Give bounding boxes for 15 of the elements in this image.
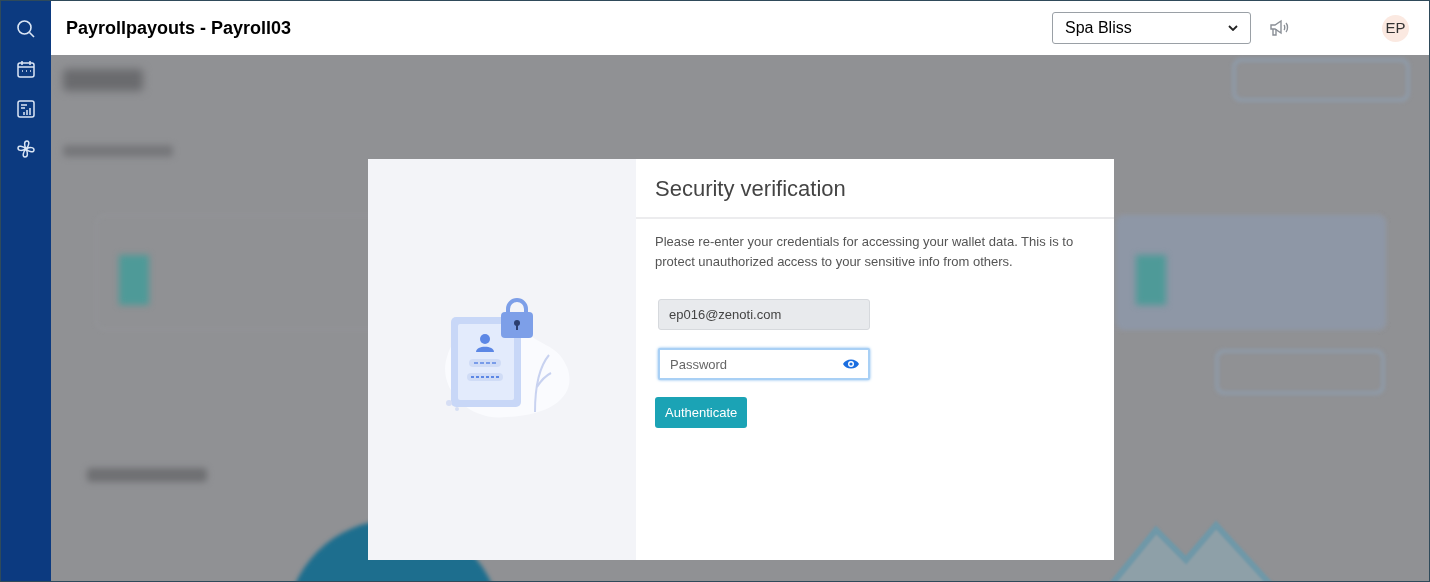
eye-icon[interactable]: [842, 358, 860, 370]
chevron-down-icon: [1228, 25, 1238, 31]
megaphone-icon[interactable]: [1269, 18, 1289, 38]
dialog-title: Security verification: [655, 174, 846, 203]
pinwheel-icon[interactable]: [16, 139, 36, 159]
calendar-icon[interactable]: [16, 59, 36, 79]
password-field[interactable]: Password: [658, 348, 870, 380]
report-icon[interactable]: [16, 99, 36, 119]
avatar[interactable]: EP: [1382, 14, 1409, 42]
blurred-icon: [119, 255, 149, 305]
dialog-message: Please re-enter your credentials for accessing your wallet data. This is to protect unauthorized access to your sensitive info from others.: [655, 233, 1075, 271]
location-select[interactable]: Spa Bliss: [1052, 12, 1251, 44]
page-title: Payrollpayouts - Payroll03: [66, 16, 292, 40]
search-icon[interactable]: [16, 19, 36, 39]
blurred-icon: [1136, 255, 1166, 305]
